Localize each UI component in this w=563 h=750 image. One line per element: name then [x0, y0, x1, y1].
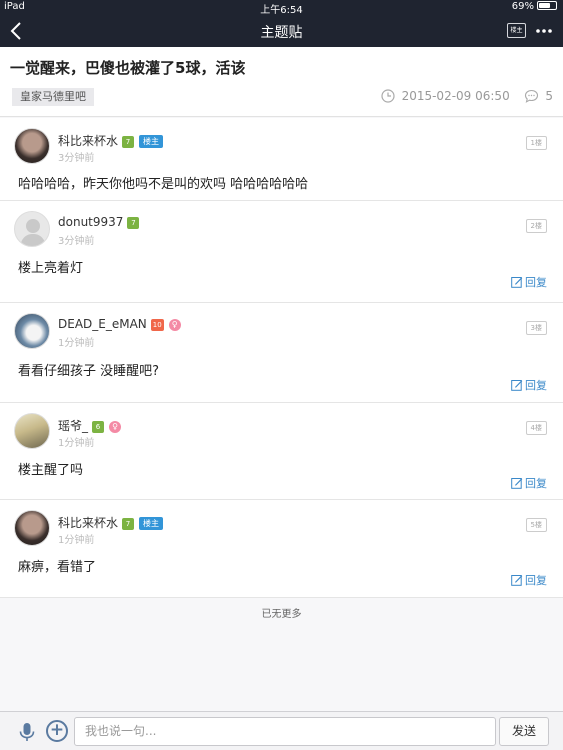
post-time: 3分钟前 [58, 236, 95, 247]
post-author[interactable]: 瑶爷_ 6 ♀ [58, 417, 122, 434]
comment-bubble-icon[interactable] [524, 89, 539, 103]
status-bar: iPad 上午6:54 69% [0, 0, 563, 16]
battery-indicator: 69% [512, 1, 557, 12]
battery-icon [537, 1, 557, 10]
post-author[interactable]: donut9937 7 [58, 215, 140, 229]
avatar[interactable] [14, 211, 50, 247]
post-time: 1分钟前 [58, 438, 95, 449]
op-badge: 楼主 [139, 135, 164, 148]
post-item: 瑶爷_ 6 ♀ 1分钟前 4楼 楼主醒了吗 回复 [0, 403, 563, 500]
edit-reply-icon [511, 380, 523, 391]
level-badge: 7 [127, 217, 140, 229]
reply-button[interactable]: 回复 [511, 377, 547, 393]
thread-meta: 2015-02-09 06:50 5 [381, 89, 553, 103]
clock-icon [381, 89, 395, 103]
forum-tag[interactable]: 皇家马德里吧 [12, 88, 94, 106]
reply-button[interactable]: 回复 [511, 475, 547, 491]
microphone-icon[interactable] [16, 721, 38, 743]
avatar[interactable] [14, 313, 50, 349]
floor-label: 4楼 [525, 421, 547, 435]
no-more-label: 已无更多 [261, 609, 302, 620]
send-button[interactable]: 发送 [499, 717, 549, 746]
nav-bar: 主题贴 楼主 [0, 15, 563, 47]
avatar[interactable] [14, 128, 50, 164]
edit-reply-icon [511, 478, 523, 489]
avatar[interactable] [14, 413, 50, 449]
post-content: 楼主醒了吗 [18, 463, 84, 478]
post-item: 科比来杯水 7 楼主 1分钟前 5楼 麻痹，看错了 回复 [0, 500, 563, 598]
post-content: 楼上亮着灯 [18, 261, 84, 276]
edit-reply-icon [511, 575, 523, 586]
post-content: 哈哈哈哈，昨天你他吗不是叫的欢吗 哈哈哈哈哈哈 [18, 177, 309, 192]
op-only-button[interactable]: 楼主 [507, 23, 526, 38]
post-item: donut9937 7 3分钟前 2楼 楼上亮着灯 回复 [0, 201, 563, 303]
thread-datetime: 2015-02-09 06:50 [401, 89, 510, 103]
level-badge: 6 [92, 421, 105, 433]
post-author[interactable]: 科比来杯水 7 楼主 [58, 132, 164, 149]
ellipsis-icon[interactable] [534, 22, 554, 40]
post-time: 1分钟前 [58, 535, 95, 546]
reply-button[interactable]: 回复 [511, 274, 547, 290]
floor-label: 3楼 [525, 321, 547, 335]
post-content: 看看仔细孩子 没睡醒吧? [18, 364, 160, 379]
post-author[interactable]: DEAD_E_eMAN 10 ♀ [58, 317, 181, 331]
floor-label: 2楼 [525, 219, 547, 233]
post-time: 3分钟前 [58, 153, 95, 164]
female-icon: ♀ [168, 319, 181, 331]
plus-icon[interactable]: + [46, 720, 68, 742]
edit-reply-icon [511, 277, 523, 288]
post-list: 科比来杯水 7 楼主 3分钟前 1楼 哈哈哈哈，昨天你他吗不是叫的欢吗 哈哈哈哈哈哈… [0, 118, 563, 598]
level-badge: 7 [122, 136, 135, 148]
floor-label: 1楼 [525, 136, 547, 150]
floor-label: 5楼 [525, 518, 547, 532]
page-title: 主题贴 [260, 25, 303, 41]
avatar[interactable] [14, 510, 50, 546]
clock-time: 上午6:54 [260, 5, 303, 16]
female-icon: ♀ [109, 421, 122, 433]
default-avatar-icon [20, 219, 46, 246]
thread-title: 一觉醒来，巴傻也被灌了5球，活该 [10, 59, 246, 77]
post-item: DEAD_E_eMAN 10 ♀ 1分钟前 3楼 看看仔细孩子 没睡醒吧? 回复 [0, 303, 563, 403]
post-time: 1分钟前 [58, 338, 95, 349]
op-badge: 楼主 [139, 517, 164, 530]
post-author[interactable]: 科比来杯水 7 楼主 [58, 514, 164, 531]
level-badge: 7 [122, 518, 135, 530]
thread-header: 一觉醒来，巴傻也被灌了5球，活该 皇家马德里吧 2015-02-09 06:50… [0, 47, 563, 117]
post-content: 麻痹，看错了 [18, 560, 97, 575]
post-item: 科比来杯水 7 楼主 3分钟前 1楼 哈哈哈哈，昨天你他吗不是叫的欢吗 哈哈哈哈哈哈 [0, 118, 563, 201]
reply-button[interactable]: 回复 [511, 572, 547, 588]
level-badge: 10 [150, 319, 164, 331]
comment-count: 5 [545, 89, 553, 103]
reply-input[interactable]: 我也说一句... [74, 717, 496, 746]
composer-bar: + 我也说一句... 发送 [0, 711, 563, 750]
